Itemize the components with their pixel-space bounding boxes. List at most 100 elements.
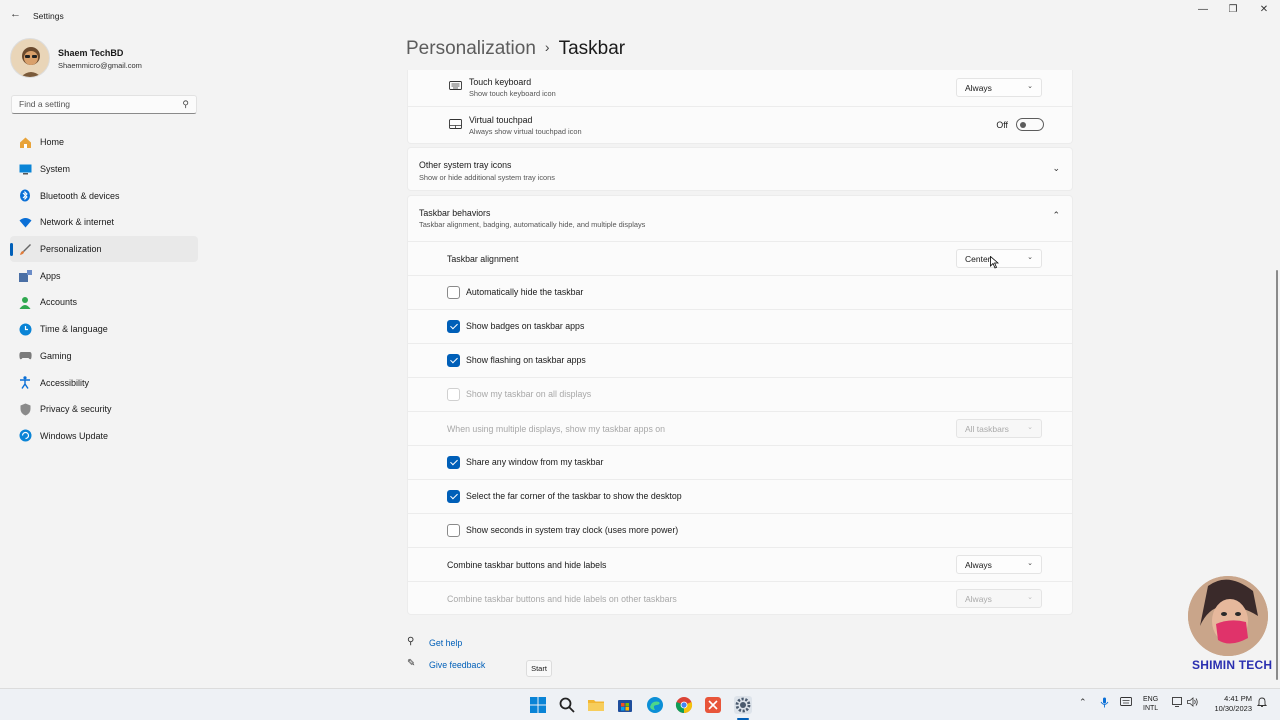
- sidebar-item-system[interactable]: System: [10, 156, 198, 183]
- chevron-up-icon[interactable]: ⌃: [1052, 210, 1060, 221]
- close-button[interactable]: ✕: [1253, 4, 1275, 18]
- seconds-checkbox[interactable]: [447, 524, 460, 537]
- seconds-label: Show seconds in system tray clock (uses …: [466, 525, 679, 535]
- feedback-icon: ✎: [407, 658, 416, 669]
- get-help-link[interactable]: Get help: [429, 638, 462, 648]
- sidebar-item-home[interactable]: Home: [10, 129, 198, 156]
- all-displays-checkbox: [447, 388, 460, 401]
- sidebar-item-personalization[interactable]: Personalization: [10, 235, 198, 263]
- all-displays-row: Show my taskbar on all displays: [408, 377, 1072, 411]
- badges-checkbox[interactable]: [447, 320, 460, 333]
- search-icon[interactable]: ⚲: [182, 99, 189, 110]
- combine-other-label: Combine taskbar buttons and hide labels …: [447, 594, 677, 604]
- sidebar-item-label: Network & internet: [40, 217, 115, 228]
- watermark-logo: [1188, 576, 1268, 656]
- keyboard-tray-icon[interactable]: [1120, 697, 1132, 708]
- language-code: ENG: [1143, 696, 1159, 703]
- alignment-dropdown[interactable]: Center ⌄: [956, 249, 1042, 268]
- page-title: Taskbar: [558, 38, 626, 59]
- chevron-down-icon: ⌄: [1027, 424, 1033, 431]
- sidebar-item-label: Privacy & security: [40, 404, 112, 415]
- far-corner-label: Select the far corner of the taskbar to …: [466, 491, 682, 501]
- gamepad-icon: [18, 349, 32, 363]
- sidebar-item-label: System: [40, 164, 71, 175]
- chevron-down-icon[interactable]: ⌄: [1052, 163, 1060, 174]
- user-name: Shaem TechBD: [58, 48, 124, 58]
- maximize-button[interactable]: ❐: [1222, 4, 1244, 18]
- keyboard-layout: INTL: [1143, 705, 1159, 712]
- store-icon[interactable]: [616, 696, 634, 714]
- touch-keyboard-dropdown[interactable]: Always ⌄: [956, 78, 1042, 97]
- file-explorer-icon[interactable]: [587, 696, 605, 714]
- other-tray-subtitle: Show or hide additional system tray icon…: [419, 173, 555, 182]
- dropdown-value: Always: [965, 560, 992, 570]
- other-tray-icons-card[interactable]: Other system tray icons Show or hide add…: [407, 147, 1073, 191]
- combine-dropdown[interactable]: Always ⌄: [956, 555, 1042, 574]
- auto-hide-label: Automatically hide the taskbar: [466, 287, 584, 297]
- search-input[interactable]: [19, 99, 169, 109]
- virtual-touchpad-toggle[interactable]: [1016, 118, 1044, 131]
- search-box[interactable]: ⚲: [11, 95, 197, 114]
- give-feedback-link[interactable]: Give feedback: [429, 660, 485, 670]
- auto-hide-checkbox[interactable]: [447, 286, 460, 299]
- sidebar-item-time-language[interactable]: Time & language: [10, 316, 198, 343]
- network-icon[interactable]: [1172, 697, 1184, 709]
- combine-other-dropdown: Always ⌄: [956, 589, 1042, 608]
- taskbar-behaviors-header[interactable]: Taskbar behaviors Taskbar alignment, bad…: [408, 196, 1072, 241]
- person-icon: [18, 295, 32, 309]
- chevron-up-icon[interactable]: ⌃: [1079, 697, 1087, 708]
- flashing-label: Show flashing on taskbar apps: [466, 355, 586, 365]
- combine-row: Combine taskbar buttons and hide labels …: [408, 547, 1072, 581]
- system-clock[interactable]: 4:41 PM 10/30/2023: [1208, 694, 1252, 714]
- sidebar-item-label: Home: [40, 137, 65, 148]
- minimize-button[interactable]: —: [1192, 4, 1214, 18]
- combine-label: Combine taskbar buttons and hide labels: [447, 560, 607, 570]
- microphone-icon[interactable]: [1100, 697, 1109, 710]
- back-arrow-icon[interactable]: ←: [10, 8, 24, 22]
- settings-gear-icon[interactable]: [734, 696, 752, 714]
- snipping-tool-icon[interactable]: [704, 696, 722, 714]
- chevron-down-icon: ⌄: [1027, 594, 1033, 601]
- taskbar-behaviors-card: Taskbar behaviors Taskbar alignment, bad…: [407, 195, 1073, 615]
- sidebar-item-accessibility[interactable]: Accessibility: [10, 369, 198, 396]
- scrollbar[interactable]: [1276, 270, 1278, 680]
- brush-icon: [18, 242, 32, 256]
- chevron-right-icon: ›: [544, 39, 550, 55]
- avatar[interactable]: [10, 38, 50, 78]
- volume-icon[interactable]: [1187, 697, 1198, 709]
- flashing-checkbox[interactable]: [447, 354, 460, 367]
- other-tray-title: Other system tray icons: [419, 160, 512, 170]
- edge-icon[interactable]: [646, 696, 664, 714]
- breadcrumb-parent[interactable]: Personalization: [406, 38, 536, 59]
- multi-display-row: When using multiple displays, show my ta…: [408, 411, 1072, 445]
- sidebar-item-windows-update[interactable]: Windows Update: [10, 423, 198, 450]
- far-corner-checkbox[interactable]: [447, 490, 460, 503]
- sidebar-item-label: Personalization: [40, 244, 102, 255]
- notification-bell-icon[interactable]: [1256, 697, 1268, 710]
- sidebar-item-network[interactable]: Network & internet: [10, 209, 198, 236]
- dropdown-value: All taskbars: [965, 424, 1009, 434]
- share-window-label: Share any window from my taskbar: [466, 457, 604, 467]
- sidebar-item-label: Gaming: [40, 350, 72, 361]
- far-corner-row: Select the far corner of the taskbar to …: [408, 479, 1072, 513]
- chrome-icon[interactable]: [675, 696, 693, 714]
- monitor-icon: [18, 162, 32, 176]
- toggle-state-label: Off: [996, 120, 1008, 130]
- dropdown-value: Always: [965, 594, 992, 604]
- sidebar-item-accounts[interactable]: Accounts: [10, 289, 198, 316]
- sidebar-item-privacy[interactable]: Privacy & security: [10, 396, 198, 423]
- sidebar-item-label: Bluetooth & devices: [40, 190, 120, 201]
- sidebar-item-apps[interactable]: Apps: [10, 262, 198, 289]
- apps-icon: [18, 269, 32, 283]
- share-window-row: Share any window from my taskbar: [408, 445, 1072, 479]
- virtual-touchpad-row: Virtual touchpad Always show virtual tou…: [408, 106, 1072, 144]
- alignment-row: Taskbar alignment Center ⌄: [408, 241, 1072, 275]
- windows-start-icon[interactable]: [529, 696, 547, 714]
- language-indicator[interactable]: ENG INTL: [1143, 695, 1158, 713]
- chevron-down-icon: ⌄: [1027, 254, 1033, 261]
- sidebar-item-bluetooth[interactable]: Bluetooth & devices: [10, 182, 198, 209]
- user-email: Shaemmicro@gmail.com: [58, 61, 142, 70]
- sidebar-item-gaming[interactable]: Gaming: [10, 343, 198, 370]
- search-icon[interactable]: [558, 696, 576, 714]
- share-window-checkbox[interactable]: [447, 456, 460, 469]
